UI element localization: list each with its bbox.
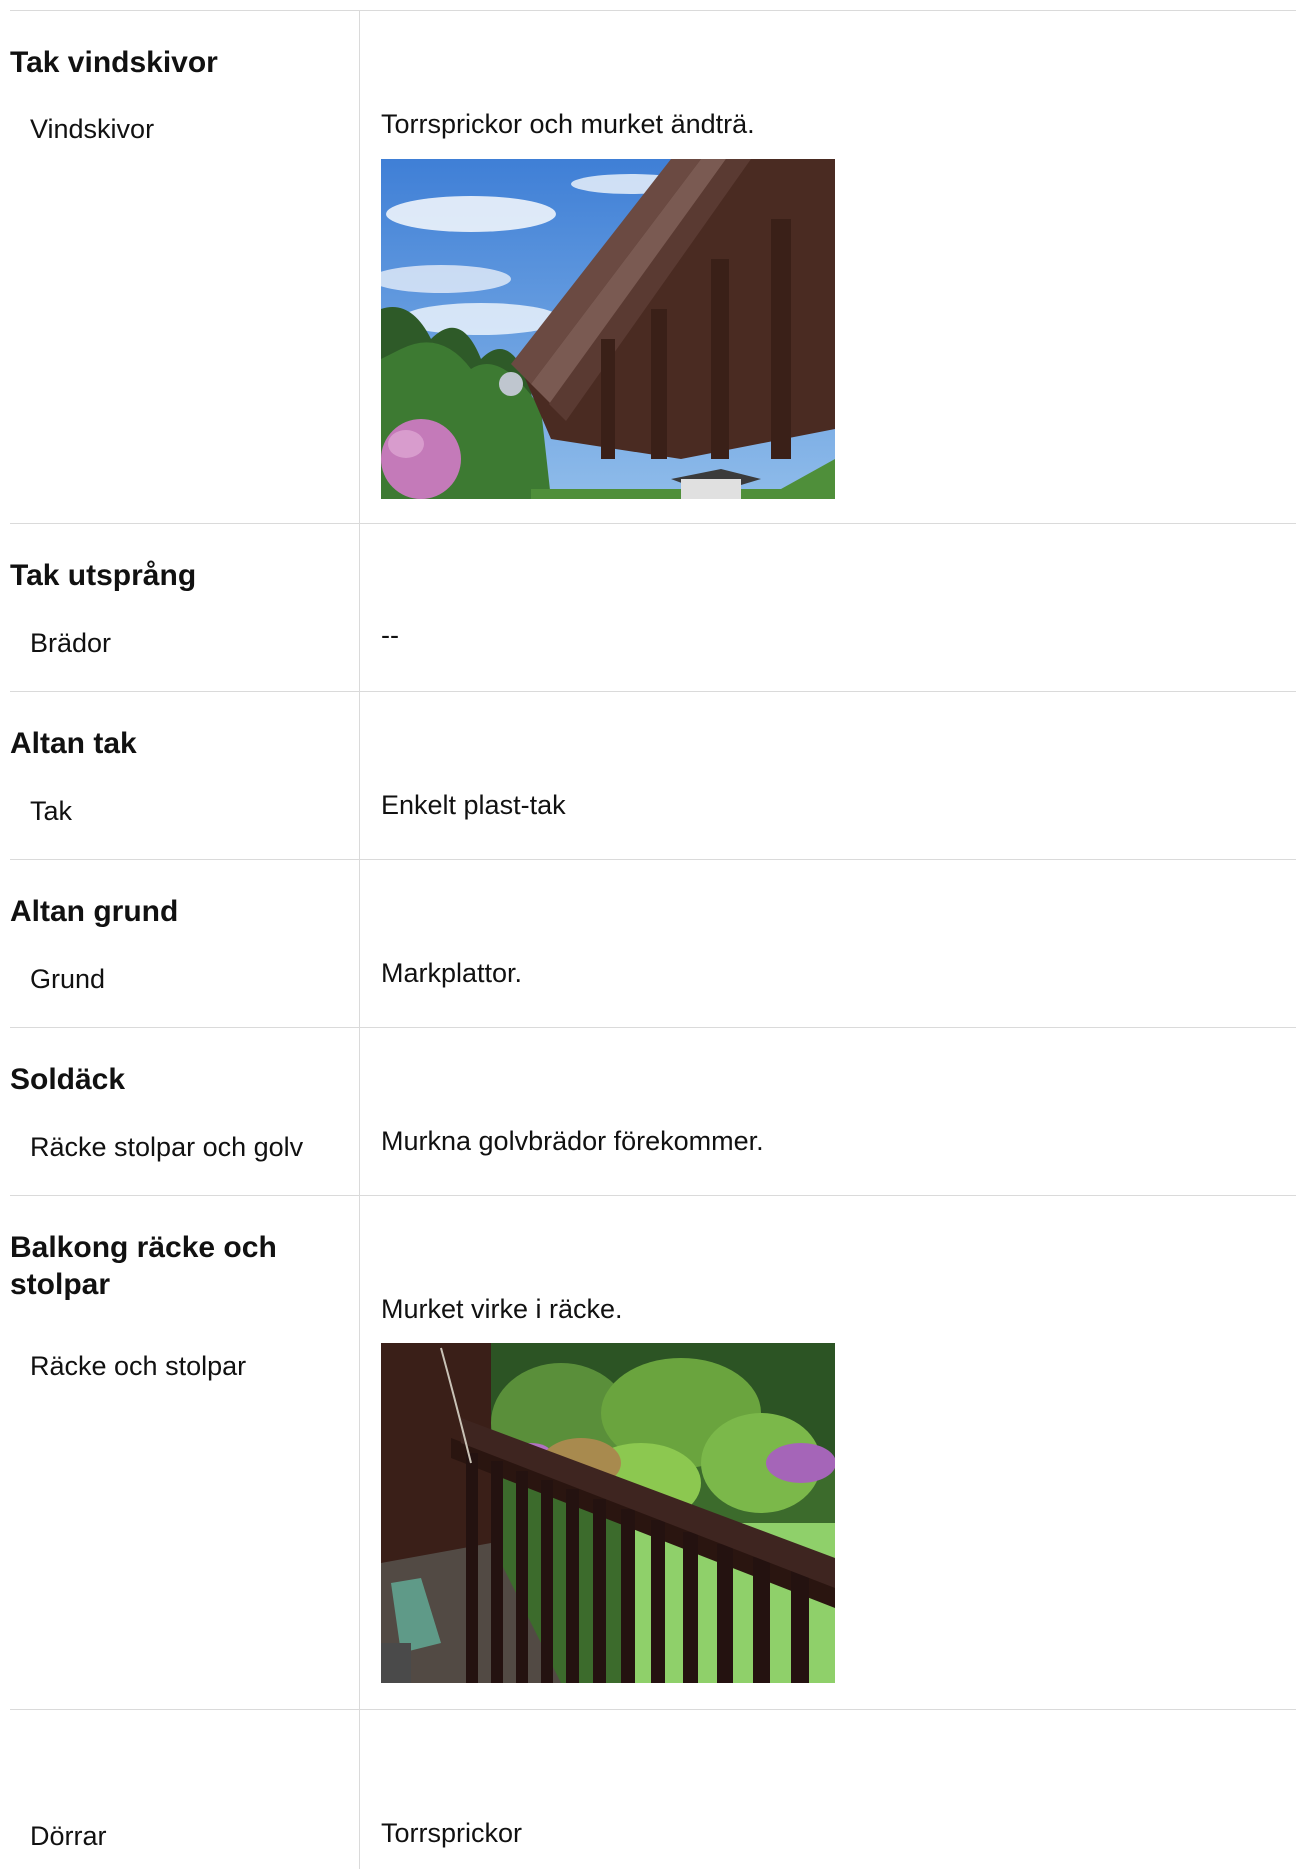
inspection-table: Tak vindskivor Vindskivor Torrsprickor o… xyxy=(10,10,1296,1869)
section-title: Tak utsprång xyxy=(10,559,197,592)
item-value: Torrsprickor och murket ändträ. xyxy=(381,109,755,139)
item-label: Räcke stolpar och golv xyxy=(30,1132,304,1162)
column-divider xyxy=(359,860,360,1027)
item-label: Dörrar xyxy=(30,1821,107,1851)
column-divider xyxy=(359,11,360,523)
table-row: Soldäck Räcke stolpar och golv Murkna go… xyxy=(10,1027,1296,1195)
item-label: Tak xyxy=(30,796,73,826)
column-divider xyxy=(359,1710,360,1869)
item-label: Brädor xyxy=(30,628,112,658)
table-row: Altan tak Tak Enkelt plast-tak xyxy=(10,691,1296,859)
item-value: Markplattor. xyxy=(381,958,523,988)
column-divider xyxy=(359,692,360,859)
item-label: Grund xyxy=(30,964,106,994)
item-value: Torrsprickor xyxy=(381,1818,523,1848)
item-label: Vindskivor xyxy=(30,114,155,144)
column-divider xyxy=(359,1028,360,1195)
roof-eave-image xyxy=(381,159,835,499)
roof-eave-photo[interactable] xyxy=(381,159,835,499)
section-title: Altan grund xyxy=(10,895,179,928)
item-value: Murkna golvbrädor förekommer. xyxy=(381,1126,764,1156)
item-label: Räcke och stolpar xyxy=(30,1351,247,1381)
section-title: Tak vindskivor xyxy=(10,46,218,79)
table-row: Altan grund Grund Markplattor. xyxy=(10,859,1296,1027)
table-row: Balkong räcke och stolpar Räcke och stol… xyxy=(10,1195,1296,1709)
section-title: Soldäck xyxy=(10,1063,126,1096)
item-value: Enkelt plast-tak xyxy=(381,790,566,820)
column-divider xyxy=(359,1196,360,1709)
section-title: Altan tak xyxy=(10,727,137,760)
column-divider xyxy=(359,524,360,691)
table-row: Dörrar Torrsprickor xyxy=(10,1709,1296,1869)
item-value: -- xyxy=(381,620,399,650)
balcony-railing-image xyxy=(381,1343,835,1683)
section-title: Balkong räcke och stolpar xyxy=(10,1231,277,1301)
table-row: Tak vindskivor Vindskivor Torrsprickor o… xyxy=(10,10,1296,523)
item-value: Murket virke i räcke. xyxy=(381,1294,623,1324)
balcony-railing-photo[interactable] xyxy=(381,1343,835,1683)
table-row: Tak utsprång Brädor -- xyxy=(10,523,1296,691)
